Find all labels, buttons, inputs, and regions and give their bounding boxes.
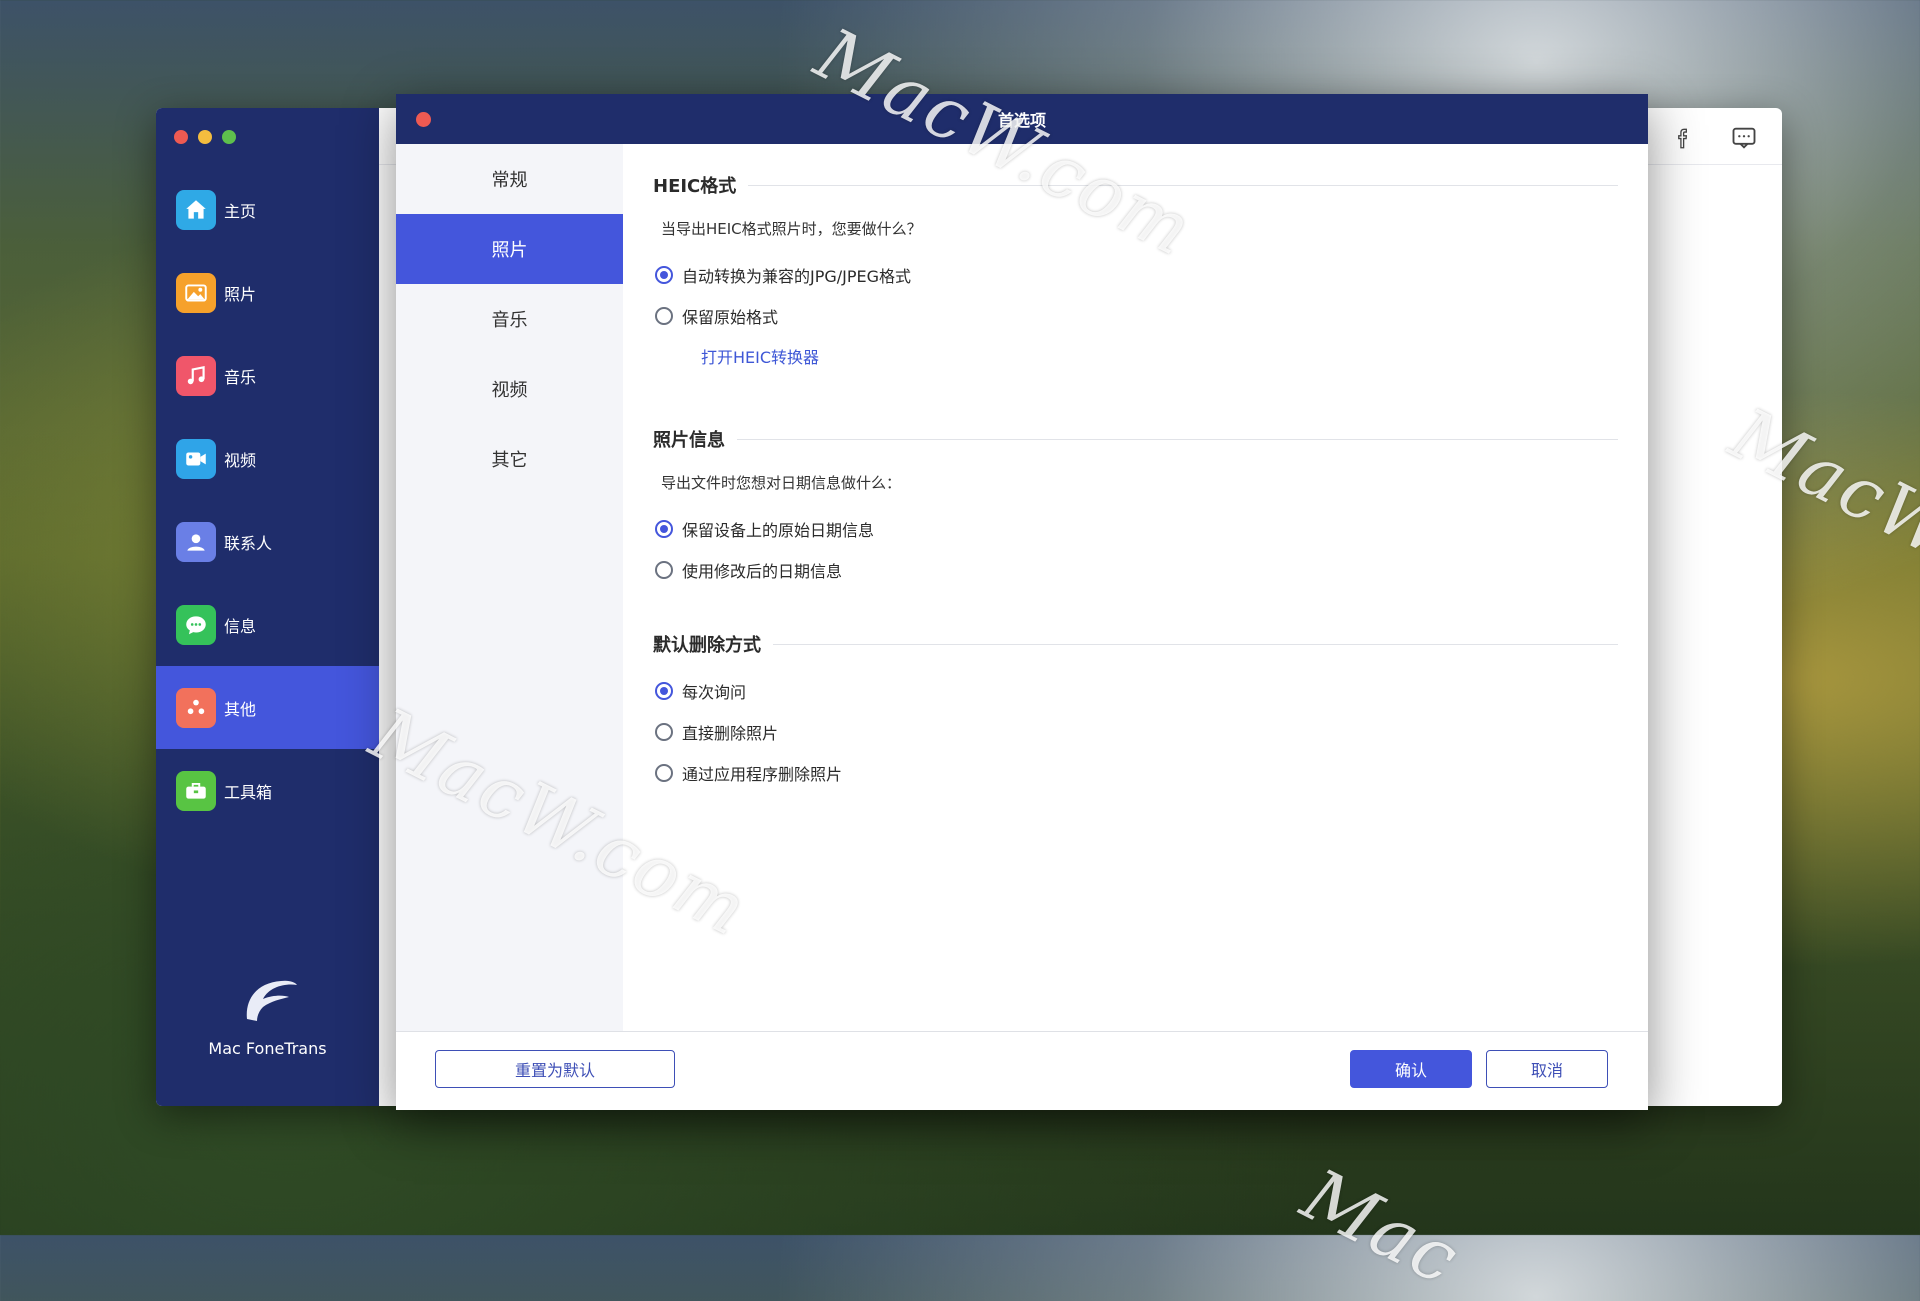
heic-option-keep[interactable]: 保留原始格式: [655, 304, 1618, 328]
tab-general[interactable]: 常规: [396, 144, 623, 214]
delete-section: 默认删除方式 每次询问 直接删除照片 通过应用程序删除照片: [653, 631, 1618, 785]
sidebar-item-label: 工具箱: [224, 782, 273, 802]
contact-icon: [176, 521, 216, 562]
cancel-button[interactable]: 取消: [1486, 1050, 1608, 1088]
zoom-window-button[interactable]: [222, 130, 236, 144]
photo-icon: [176, 272, 216, 313]
section-title: 默认删除方式: [653, 635, 761, 656]
photo-info-section: 照片信息 导出文件时您想对日期信息做什么： 保留设备上的原始日期信息 使用修改后…: [653, 426, 1618, 582]
minimize-window-button[interactable]: [198, 130, 212, 144]
sidebar-nav: 主页 照片 音乐 视频 联系人 信息 其他 工具箱: [156, 168, 379, 832]
sidebar-item-others[interactable]: 其他: [156, 666, 379, 749]
preferences-content: HEIC格式 当导出HEIC格式照片时，您要做什么？ 自动转换为兼容的JPG/J…: [623, 144, 1648, 1032]
radio-unselected[interactable]: [655, 723, 673, 741]
preferences-tabs: 常规 照片 音乐 视频 其它: [396, 144, 623, 1032]
open-heic-converter-link[interactable]: 打开HEIC转换器: [701, 344, 1618, 368]
radio-label: 保留设备上的原始日期信息: [682, 521, 875, 540]
sidebar-item-music[interactable]: 音乐: [156, 334, 379, 417]
radio-label: 使用修改后的日期信息: [682, 562, 843, 581]
sidebar-item-toolbox[interactable]: 工具箱: [156, 749, 379, 832]
heic-question: 当导出HEIC格式照片时，您要做什么？: [661, 220, 922, 238]
sidebar-item-label: 其他: [224, 699, 257, 719]
brand: Mac FoneTrans: [156, 969, 379, 1058]
date-option-modified[interactable]: 使用修改后的日期信息: [655, 558, 1618, 582]
preferences-dialog: 首选项 常规 照片 音乐 视频 其它 HEIC格式 当导出HEIC格式照片时，您…: [396, 94, 1648, 1110]
video-camera-icon: [176, 438, 216, 479]
radio-label: 保留原始格式: [682, 308, 779, 327]
section-title: HEIC格式: [653, 176, 737, 197]
feedback-icon[interactable]: [1728, 122, 1760, 154]
sidebar-item-label: 音乐: [224, 367, 257, 387]
tab-other[interactable]: 其它: [396, 424, 623, 494]
delete-option-via-app[interactable]: 通过应用程序删除照片: [655, 761, 1618, 785]
dialog-titlebar: 首选项: [396, 94, 1648, 144]
toolbox-icon: [176, 770, 216, 811]
apps-icon: [176, 687, 216, 728]
tab-video[interactable]: 视频: [396, 354, 623, 424]
sidebar-item-photos[interactable]: 照片: [156, 251, 379, 334]
sidebar-item-contacts[interactable]: 联系人: [156, 500, 379, 583]
radio-label: 自动转换为兼容的JPG/JPEG格式: [682, 267, 912, 286]
section-divider: [737, 438, 1618, 440]
radio-selected[interactable]: [655, 682, 673, 700]
radio-label: 直接删除照片: [682, 724, 779, 743]
heic-section: HEIC格式 当导出HEIC格式照片时，您要做什么？ 自动转换为兼容的JPG/J…: [653, 172, 1618, 368]
sidebar-item-label: 照片: [224, 284, 257, 304]
facebook-icon[interactable]: [1666, 122, 1698, 154]
delete-option-ask[interactable]: 每次询问: [655, 679, 1618, 703]
section-title: 照片信息: [653, 430, 725, 451]
radio-selected[interactable]: [655, 520, 673, 538]
radio-unselected[interactable]: [655, 561, 673, 579]
dialog-title: 首选项: [997, 111, 1046, 130]
radio-unselected[interactable]: [655, 307, 673, 325]
radio-unselected[interactable]: [655, 764, 673, 782]
reset-defaults-button[interactable]: 重置为默认: [435, 1050, 675, 1088]
sidebar-item-label: 视频: [224, 450, 257, 470]
radio-selected[interactable]: [655, 266, 673, 284]
heic-option-convert[interactable]: 自动转换为兼容的JPG/JPEG格式: [655, 263, 1618, 287]
sidebar-item-home[interactable]: 主页: [156, 168, 379, 251]
sidebar-item-label: 信息: [224, 616, 257, 636]
delete-option-direct[interactable]: 直接删除照片: [655, 720, 1618, 744]
app-toolbar: [1666, 122, 1760, 154]
message-icon: [176, 604, 216, 645]
watermark: Mac: [1289, 1152, 1474, 1301]
close-window-button[interactable]: [174, 130, 188, 144]
sidebar-item-video[interactable]: 视频: [156, 417, 379, 500]
date-option-original[interactable]: 保留设备上的原始日期信息: [655, 517, 1618, 541]
sidebar-item-messages[interactable]: 信息: [156, 583, 379, 666]
brand-name: Mac FoneTrans: [208, 1039, 327, 1058]
radio-label: 每次询问: [682, 683, 747, 702]
confirm-button[interactable]: 确认: [1350, 1050, 1472, 1088]
sidebar-item-label: 联系人: [224, 533, 273, 553]
radio-label: 通过应用程序删除照片: [682, 765, 843, 784]
close-dialog-button[interactable]: [416, 112, 431, 127]
music-note-icon: [176, 355, 216, 396]
fonetrans-logo-icon: [233, 969, 303, 1029]
sidebar-item-label: 主页: [224, 201, 257, 221]
section-divider: [773, 643, 1618, 645]
home-icon: [176, 189, 216, 230]
window-controls: [174, 130, 236, 144]
app-sidebar: 主页 照片 音乐 视频 联系人 信息 其他 工具箱 Mac FoneTrans: [156, 108, 379, 1106]
tab-music[interactable]: 音乐: [396, 284, 623, 354]
photo-info-question: 导出文件时您想对日期信息做什么：: [661, 474, 902, 492]
dialog-footer: 重置为默认 确认 取消: [396, 1031, 1648, 1110]
tab-photos[interactable]: 照片: [396, 214, 623, 284]
section-divider: [748, 184, 1618, 186]
